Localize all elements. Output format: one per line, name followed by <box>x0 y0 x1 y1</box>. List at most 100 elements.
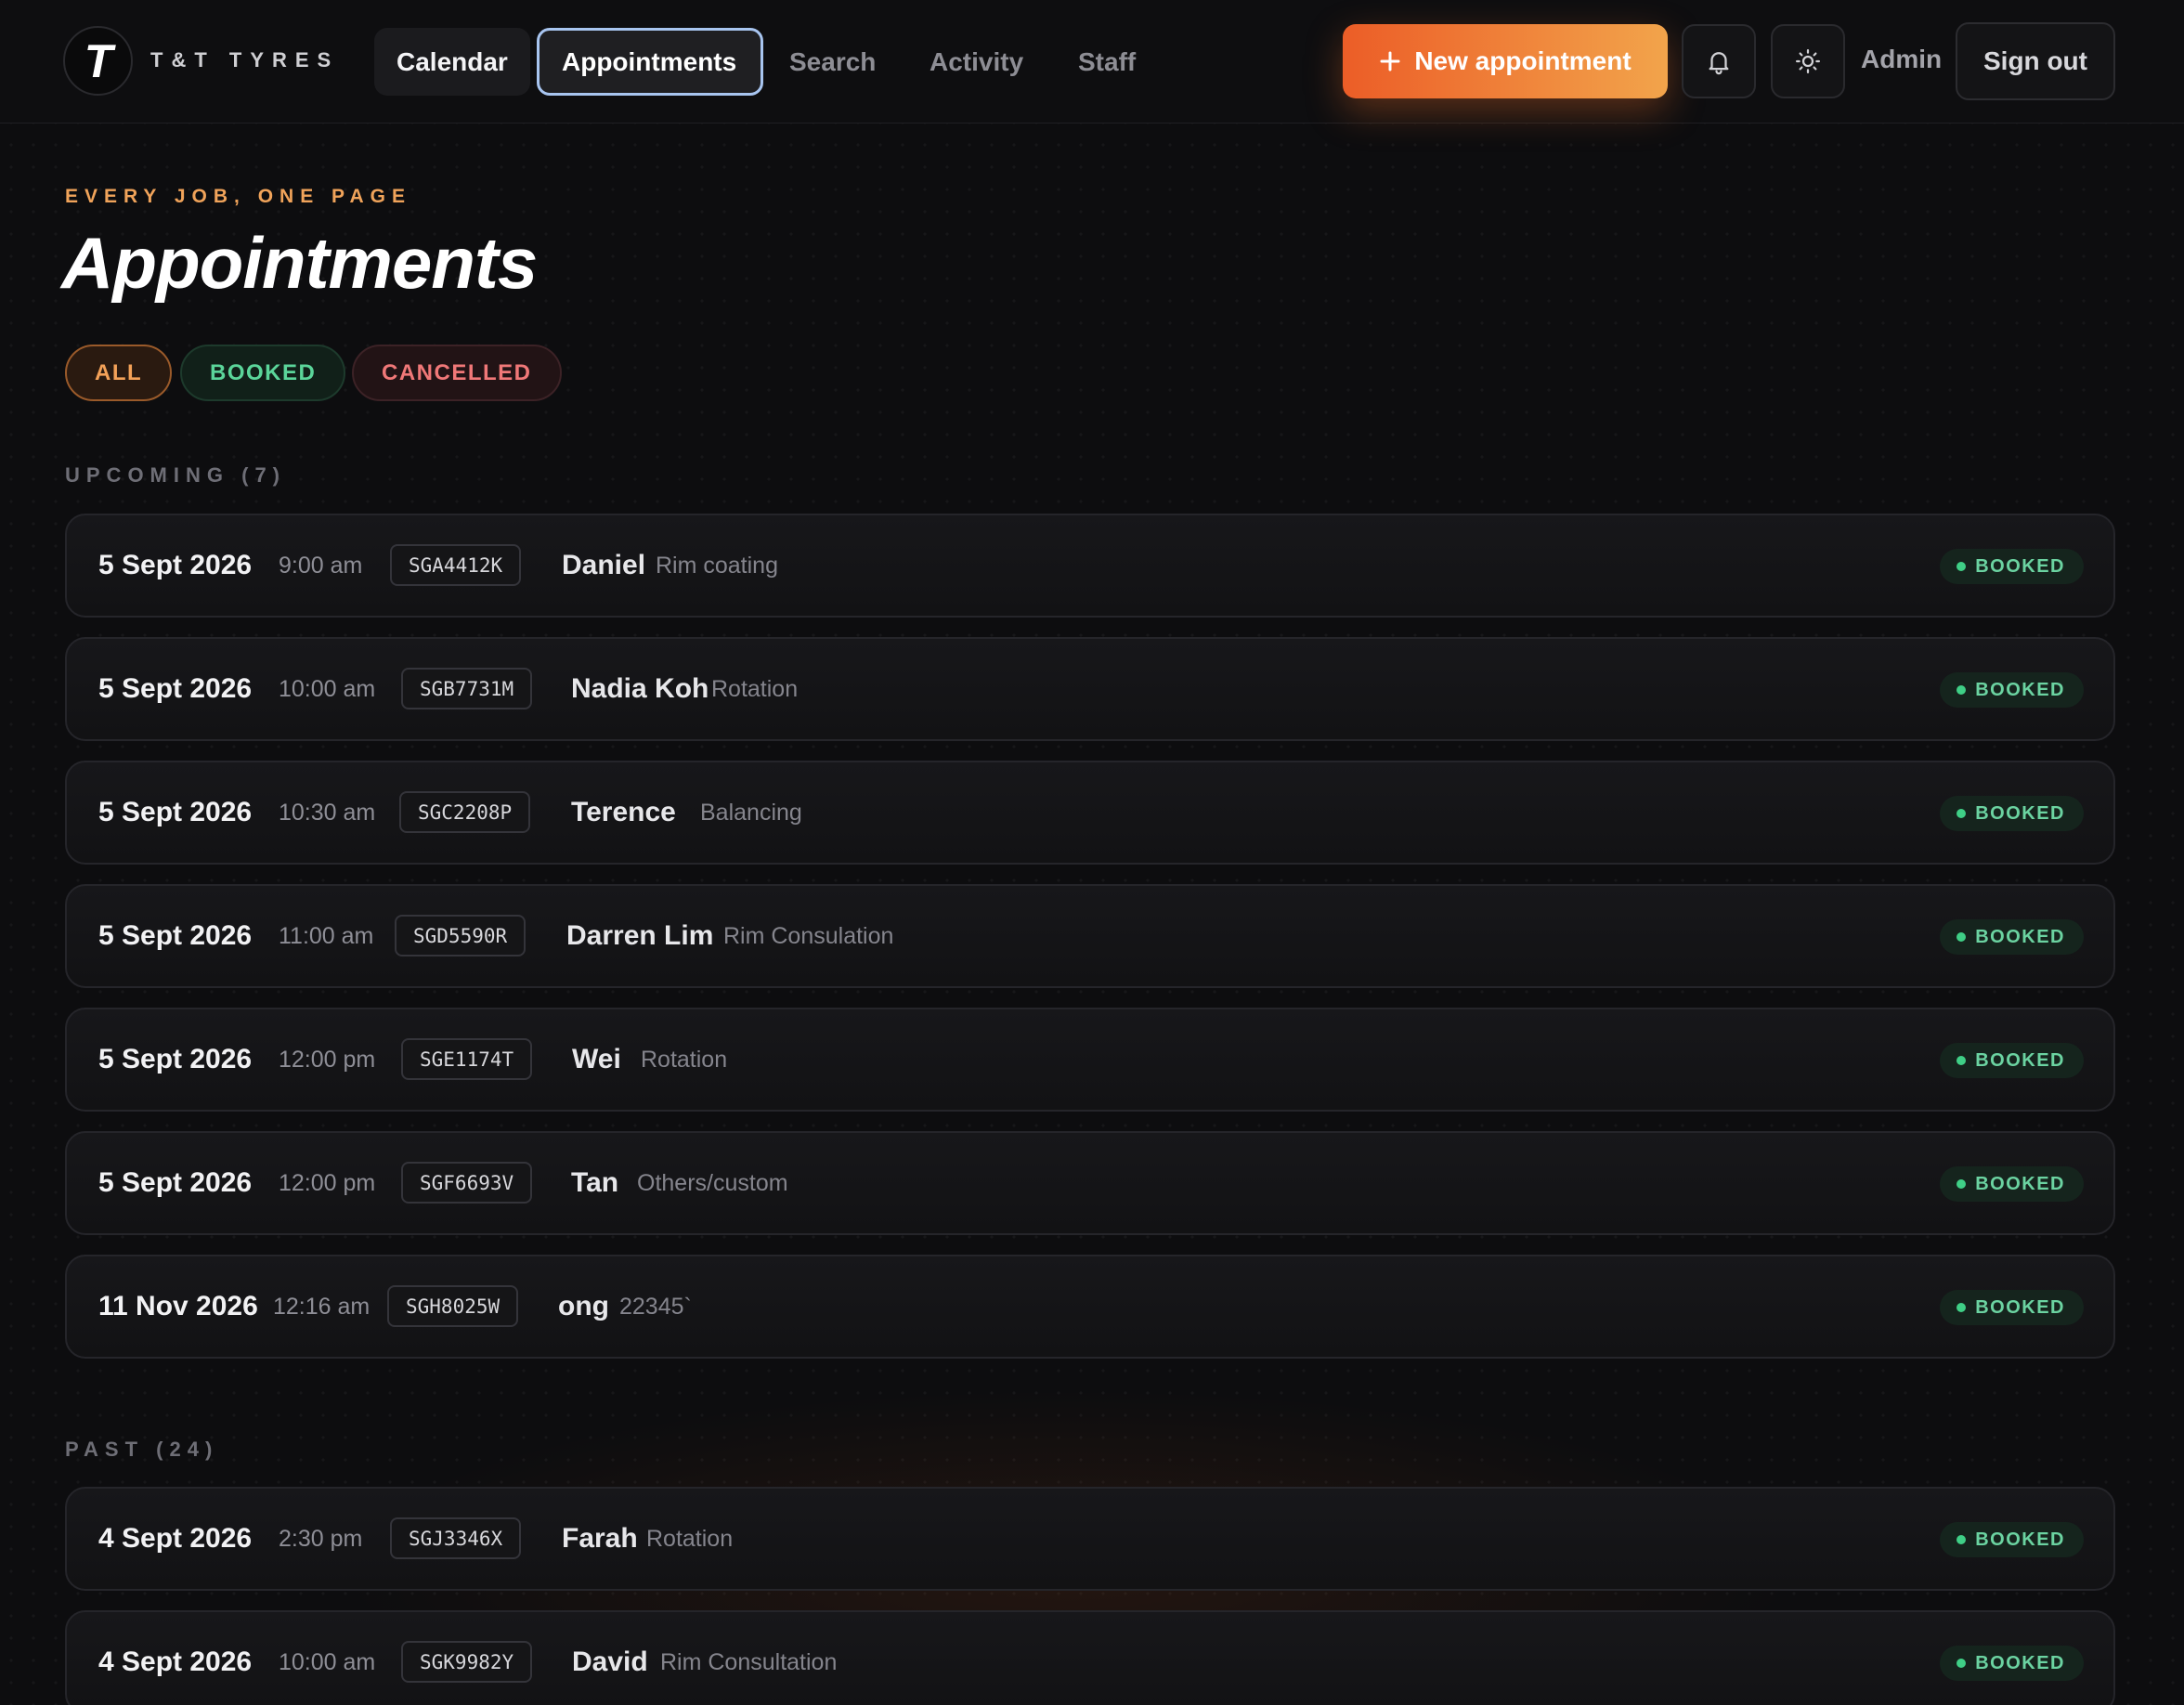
appointment-row[interactable]: 5 Sept 2026 12:00 pm SGE1174T Wei Rotati… <box>65 1008 2115 1112</box>
status-dot-icon <box>1956 932 1967 942</box>
bell-icon <box>1709 52 1729 75</box>
appointment-row[interactable]: 4 Sept 2026 10:00 am SGK9982Y David Rim … <box>65 1610 2115 1705</box>
nav-activity[interactable]: Activity <box>907 28 1046 96</box>
nav-staff[interactable]: Staff <box>1056 28 1167 96</box>
upcoming-section-label: UPCOMING (7) <box>65 463 286 487</box>
appointment-row[interactable]: 5 Sept 2026 12:00 pm SGF6693V Tan Others… <box>65 1131 2115 1235</box>
appointment-date: 5 Sept 2026 <box>98 920 253 951</box>
service-type: Others/custom <box>637 1169 788 1196</box>
status-label: BOOKED <box>1975 802 2065 824</box>
new-appointment-label: New appointment <box>1414 46 1632 75</box>
svg-text:T: T <box>84 37 116 85</box>
brand-name: T&T TYRES <box>150 48 340 72</box>
appointment-time: 11:00 am <box>279 922 374 949</box>
nav-calendar[interactable]: Calendar <box>374 28 530 96</box>
appointment-row[interactable]: 11 Nov 2026 12:16 am SGH8025W ong 22345`… <box>65 1255 2115 1359</box>
appointment-time: 10:00 am <box>279 675 376 702</box>
top-navigation-bar: T T&T TYRES Calendar Appointments Search… <box>0 0 2184 124</box>
vehicle-plate: SGB7731M <box>401 668 533 709</box>
appointment-date: 4 Sept 2026 <box>98 1523 253 1554</box>
filter-cancelled-chip[interactable]: CANCELLED <box>352 345 562 401</box>
sun-icon <box>1796 49 1820 73</box>
status-dot-icon <box>1956 1535 1967 1544</box>
appointment-time: 10:30 am <box>279 799 376 826</box>
appointment-time: 9:00 am <box>279 552 363 579</box>
service-type: 22345` <box>619 1293 692 1320</box>
tyre-logo-icon: T <box>84 37 116 85</box>
status-badge: BOOKED <box>1940 919 2084 955</box>
theme-toggle-button[interactable] <box>1771 24 1845 98</box>
filter-all-chip[interactable]: ALL <box>65 345 173 401</box>
brand-logo[interactable]: T <box>63 26 133 96</box>
vehicle-plate: SGH8025W <box>387 1285 519 1327</box>
status-label: BOOKED <box>1975 1652 2065 1673</box>
plus-icon <box>1380 51 1400 72</box>
appointment-time: 12:00 pm <box>279 1046 376 1073</box>
appointment-row[interactable]: 4 Sept 2026 2:30 pm SGJ3346X Farah Rotat… <box>65 1487 2115 1591</box>
appointment-date: 5 Sept 2026 <box>98 797 253 827</box>
appointment-date: 5 Sept 2026 <box>98 550 253 580</box>
status-badge: BOOKED <box>1940 1646 2084 1681</box>
status-badge: BOOKED <box>1940 796 2084 831</box>
nav-appointments[interactable]: Appointments <box>537 28 763 96</box>
customer-name: Tan <box>571 1167 619 1198</box>
service-type: Rim Consulation <box>723 922 894 949</box>
page-title: Appointments <box>61 222 538 304</box>
customer-name: ong <box>558 1291 609 1321</box>
status-badge: BOOKED <box>1940 1522 2084 1557</box>
vehicle-plate: SGC2208P <box>399 791 531 833</box>
nav-search[interactable]: Search <box>767 28 897 96</box>
status-badge: BOOKED <box>1940 549 2084 584</box>
vehicle-plate: SGA4412K <box>390 544 522 586</box>
status-dot-icon <box>1956 1303 1967 1312</box>
status-badge: BOOKED <box>1940 1043 2084 1078</box>
service-type: Rim coating <box>656 552 778 579</box>
past-section-label: PAST (24) <box>65 1438 219 1461</box>
appointment-row[interactable]: 5 Sept 2026 10:30 am SGC2208P Terence Ba… <box>65 761 2115 865</box>
appointment-date: 5 Sept 2026 <box>98 1044 253 1074</box>
appointment-row[interactable]: 5 Sept 2026 11:00 am SGD5590R Darren Lim… <box>65 884 2115 988</box>
status-dot-icon <box>1956 809 1967 818</box>
appointment-time: 10:00 am <box>279 1648 376 1675</box>
page-eyebrow: EVERY JOB, ONE PAGE <box>65 186 412 207</box>
customer-name: David <box>572 1646 648 1677</box>
customer-name: Wei <box>572 1044 621 1074</box>
vehicle-plate: SGJ3346X <box>390 1517 522 1559</box>
service-type: Rotation <box>711 675 799 702</box>
appointment-time: 12:16 am <box>273 1293 370 1320</box>
customer-name: Daniel <box>562 550 646 580</box>
appointment-row[interactable]: 5 Sept 2026 9:00 am SGA4412K Daniel Rim … <box>65 514 2115 618</box>
status-dot-icon <box>1956 1056 1967 1065</box>
vehicle-plate: SGE1174T <box>401 1038 533 1080</box>
status-label: BOOKED <box>1975 679 2065 700</box>
sign-out-button[interactable]: Sign out <box>1956 22 2115 100</box>
service-type: Balancing <box>700 799 802 826</box>
appointment-time: 12:00 pm <box>279 1169 376 1196</box>
admin-label: Admin <box>1861 45 1943 73</box>
notifications-button[interactable] <box>1682 24 1756 98</box>
customer-name: Darren Lim <box>566 920 714 951</box>
status-dot-icon <box>1956 1659 1967 1668</box>
vehicle-plate: SGD5590R <box>395 915 526 957</box>
status-label: BOOKED <box>1975 1049 2065 1071</box>
status-label: BOOKED <box>1975 1173 2065 1194</box>
appointment-time: 2:30 pm <box>279 1525 363 1552</box>
new-appointment-button[interactable]: New appointment <box>1343 24 1668 98</box>
status-label: BOOKED <box>1975 1296 2065 1318</box>
vehicle-plate: SGF6693V <box>401 1162 533 1204</box>
vehicle-plate: SGK9982Y <box>401 1641 533 1683</box>
status-dot-icon <box>1956 685 1967 695</box>
customer-name: Farah <box>562 1523 638 1554</box>
appointment-row[interactable]: 5 Sept 2026 10:00 am SGB7731M Nadia Koh … <box>65 637 2115 741</box>
filter-booked-chip[interactable]: BOOKED <box>180 345 346 401</box>
appointment-date: 5 Sept 2026 <box>98 1167 253 1198</box>
status-badge: BOOKED <box>1940 1290 2084 1325</box>
appointment-date: 11 Nov 2026 <box>98 1291 258 1321</box>
status-label: BOOKED <box>1975 1529 2065 1550</box>
service-type: Rim Consultation <box>660 1648 838 1675</box>
customer-name: Terence <box>571 797 676 827</box>
appointment-date: 4 Sept 2026 <box>98 1646 253 1677</box>
customer-name: Nadia Koh <box>571 673 709 704</box>
status-badge: BOOKED <box>1940 672 2084 708</box>
status-label: BOOKED <box>1975 926 2065 947</box>
